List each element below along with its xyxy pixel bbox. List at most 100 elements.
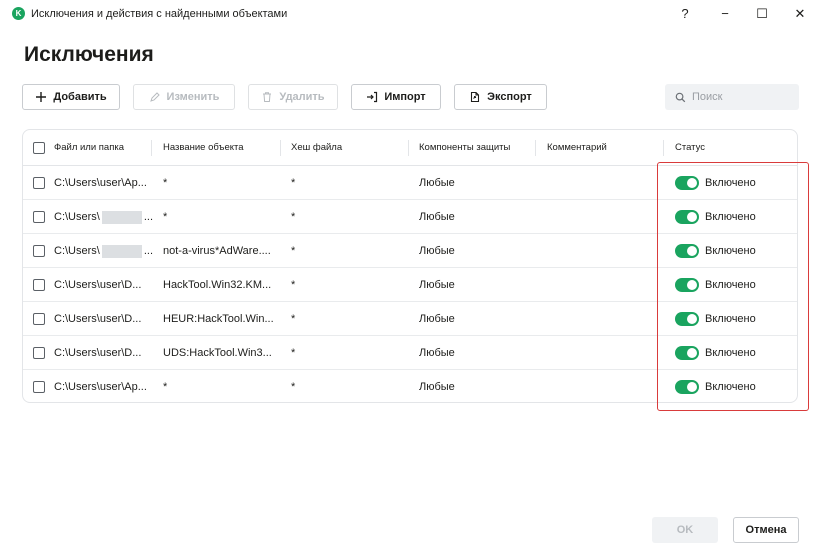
file-path: C:\Users\user\Ap...	[54, 381, 147, 393]
title-bar: K Исключения и действия с найденными объ…	[0, 0, 815, 28]
close-button[interactable]: ✕	[789, 4, 811, 24]
file-hash: *	[291, 381, 296, 393]
table-row[interactable]: C:\Users\... * * Любые Включено	[23, 200, 797, 234]
object-name: UDS:HackTool.Win3...	[163, 347, 272, 359]
table-row[interactable]: C:\Users\... not-a-virus*AdWare.... * Любые…	[23, 234, 797, 268]
file-hash: *	[291, 177, 296, 189]
column-divider[interactable]	[408, 140, 409, 156]
minimize-button[interactable]: −	[714, 4, 736, 24]
import-button-label: Импорт	[384, 91, 426, 103]
pencil-icon	[149, 92, 160, 102]
comment	[547, 166, 657, 200]
comment	[547, 370, 657, 402]
object-name: *	[163, 381, 168, 393]
row-checkbox[interactable]	[33, 381, 45, 393]
comment	[547, 200, 657, 234]
protection-components: Любые	[419, 279, 455, 291]
kaspersky-logo-icon: K	[12, 7, 25, 20]
column-divider[interactable]	[151, 140, 152, 156]
protection-components: Любые	[419, 347, 455, 359]
column-header-hash[interactable]: Хеш файла	[291, 130, 342, 166]
column-header-comment[interactable]: Комментарий	[547, 130, 607, 166]
import-icon	[367, 91, 378, 103]
status-toggle[interactable]	[675, 278, 699, 292]
column-divider[interactable]	[280, 140, 281, 156]
status-text: Включено	[705, 347, 756, 359]
ok-button[interactable]: OK	[652, 517, 718, 543]
object-name: *	[163, 177, 168, 189]
table-row[interactable]: C:\Users\user\D... HEUR:HackTool.Win... * Л…	[23, 302, 797, 336]
table-header: Файл или папка Название объекта Хеш файл…	[23, 130, 797, 166]
file-hash: *	[291, 245, 296, 257]
edit-button-label: Изменить	[166, 91, 220, 103]
status-toggle[interactable]	[675, 210, 699, 224]
status-toggle[interactable]	[675, 176, 699, 190]
search-input[interactable]	[692, 91, 792, 103]
file-path-cell: C:\Users\...	[54, 234, 158, 268]
select-all-checkbox[interactable]	[33, 142, 45, 154]
status-toggle[interactable]	[675, 312, 699, 326]
row-checkbox[interactable]	[33, 279, 45, 291]
file-hash: *	[291, 347, 296, 359]
column-divider[interactable]	[535, 140, 536, 156]
file-path: C:\Users\user\D...	[54, 279, 142, 291]
table-row[interactable]: C:\Users\user\D... HackTool.Win32.KM... * Л…	[23, 268, 797, 302]
cancel-button[interactable]: Отмена	[733, 517, 799, 543]
column-header-object[interactable]: Название объекта	[163, 130, 244, 166]
import-button[interactable]: Импорт	[351, 84, 441, 110]
file-path: C:\Users\	[54, 211, 100, 223]
file-path: C:\Users\user\Ap...	[54, 177, 147, 189]
column-header-file[interactable]: Файл или папка	[54, 130, 124, 166]
status-text: Включено	[705, 279, 756, 291]
delete-button[interactable]: Удалить	[248, 84, 338, 110]
add-button[interactable]: Добавить	[22, 84, 120, 110]
object-name: not-a-virus*AdWare....	[163, 245, 271, 257]
comment	[547, 302, 657, 336]
add-button-label: Добавить	[53, 91, 107, 103]
object-name: HEUR:HackTool.Win...	[163, 313, 274, 325]
status-text: Включено	[705, 177, 756, 189]
row-checkbox[interactable]	[33, 313, 45, 325]
file-path: C:\Users\user\D...	[54, 313, 142, 325]
redacted-block	[101, 244, 142, 258]
row-checkbox[interactable]	[33, 211, 45, 223]
file-path: C:\Users\	[54, 245, 100, 257]
plus-icon	[36, 92, 47, 102]
file-path-cell: C:\Users\...	[54, 200, 158, 234]
table-row[interactable]: C:\Users\user\Ap... * * Любые Включено	[23, 370, 797, 402]
column-divider[interactable]	[663, 140, 664, 156]
status-text: Включено	[705, 211, 756, 223]
protection-components: Любые	[419, 177, 455, 189]
status-toggle[interactable]	[675, 244, 699, 258]
row-checkbox[interactable]	[33, 245, 45, 257]
column-header-components[interactable]: Компоненты защиты	[419, 130, 510, 166]
comment	[547, 234, 657, 268]
search-icon	[675, 92, 686, 102]
file-path-suffix: ...	[143, 211, 154, 223]
help-button[interactable]: ?	[674, 4, 696, 24]
row-checkbox[interactable]	[33, 177, 45, 189]
file-hash: *	[291, 279, 296, 291]
exclusions-table: Файл или папка Название объекта Хеш файл…	[22, 129, 798, 403]
table-row[interactable]: C:\Users\user\D... UDS:HackTool.Win3... * Л…	[23, 336, 797, 370]
protection-components: Любые	[419, 245, 455, 257]
maximize-button[interactable]: ☐	[751, 4, 773, 24]
status-toggle[interactable]	[675, 346, 699, 360]
search-box[interactable]	[665, 84, 799, 110]
file-hash: *	[291, 313, 296, 325]
export-icon	[471, 91, 480, 103]
column-header-status[interactable]: Статус	[675, 130, 705, 166]
protection-components: Любые	[419, 211, 455, 223]
status-toggle[interactable]	[675, 380, 699, 394]
window-title: Исключения и действия с найденными объек…	[31, 8, 288, 20]
table-row[interactable]: C:\Users\user\Ap... * * Любые Включено	[23, 166, 797, 200]
object-name: *	[163, 211, 168, 223]
status-text: Включено	[705, 381, 756, 393]
edit-button[interactable]: Изменить	[133, 84, 235, 110]
row-checkbox[interactable]	[33, 347, 45, 359]
file-path: C:\Users\user\D...	[54, 347, 142, 359]
file-path-suffix: ...	[143, 245, 154, 257]
status-text: Включено	[705, 245, 756, 257]
export-button[interactable]: Экспорт	[454, 84, 547, 110]
object-name: HackTool.Win32.KM...	[163, 279, 272, 291]
